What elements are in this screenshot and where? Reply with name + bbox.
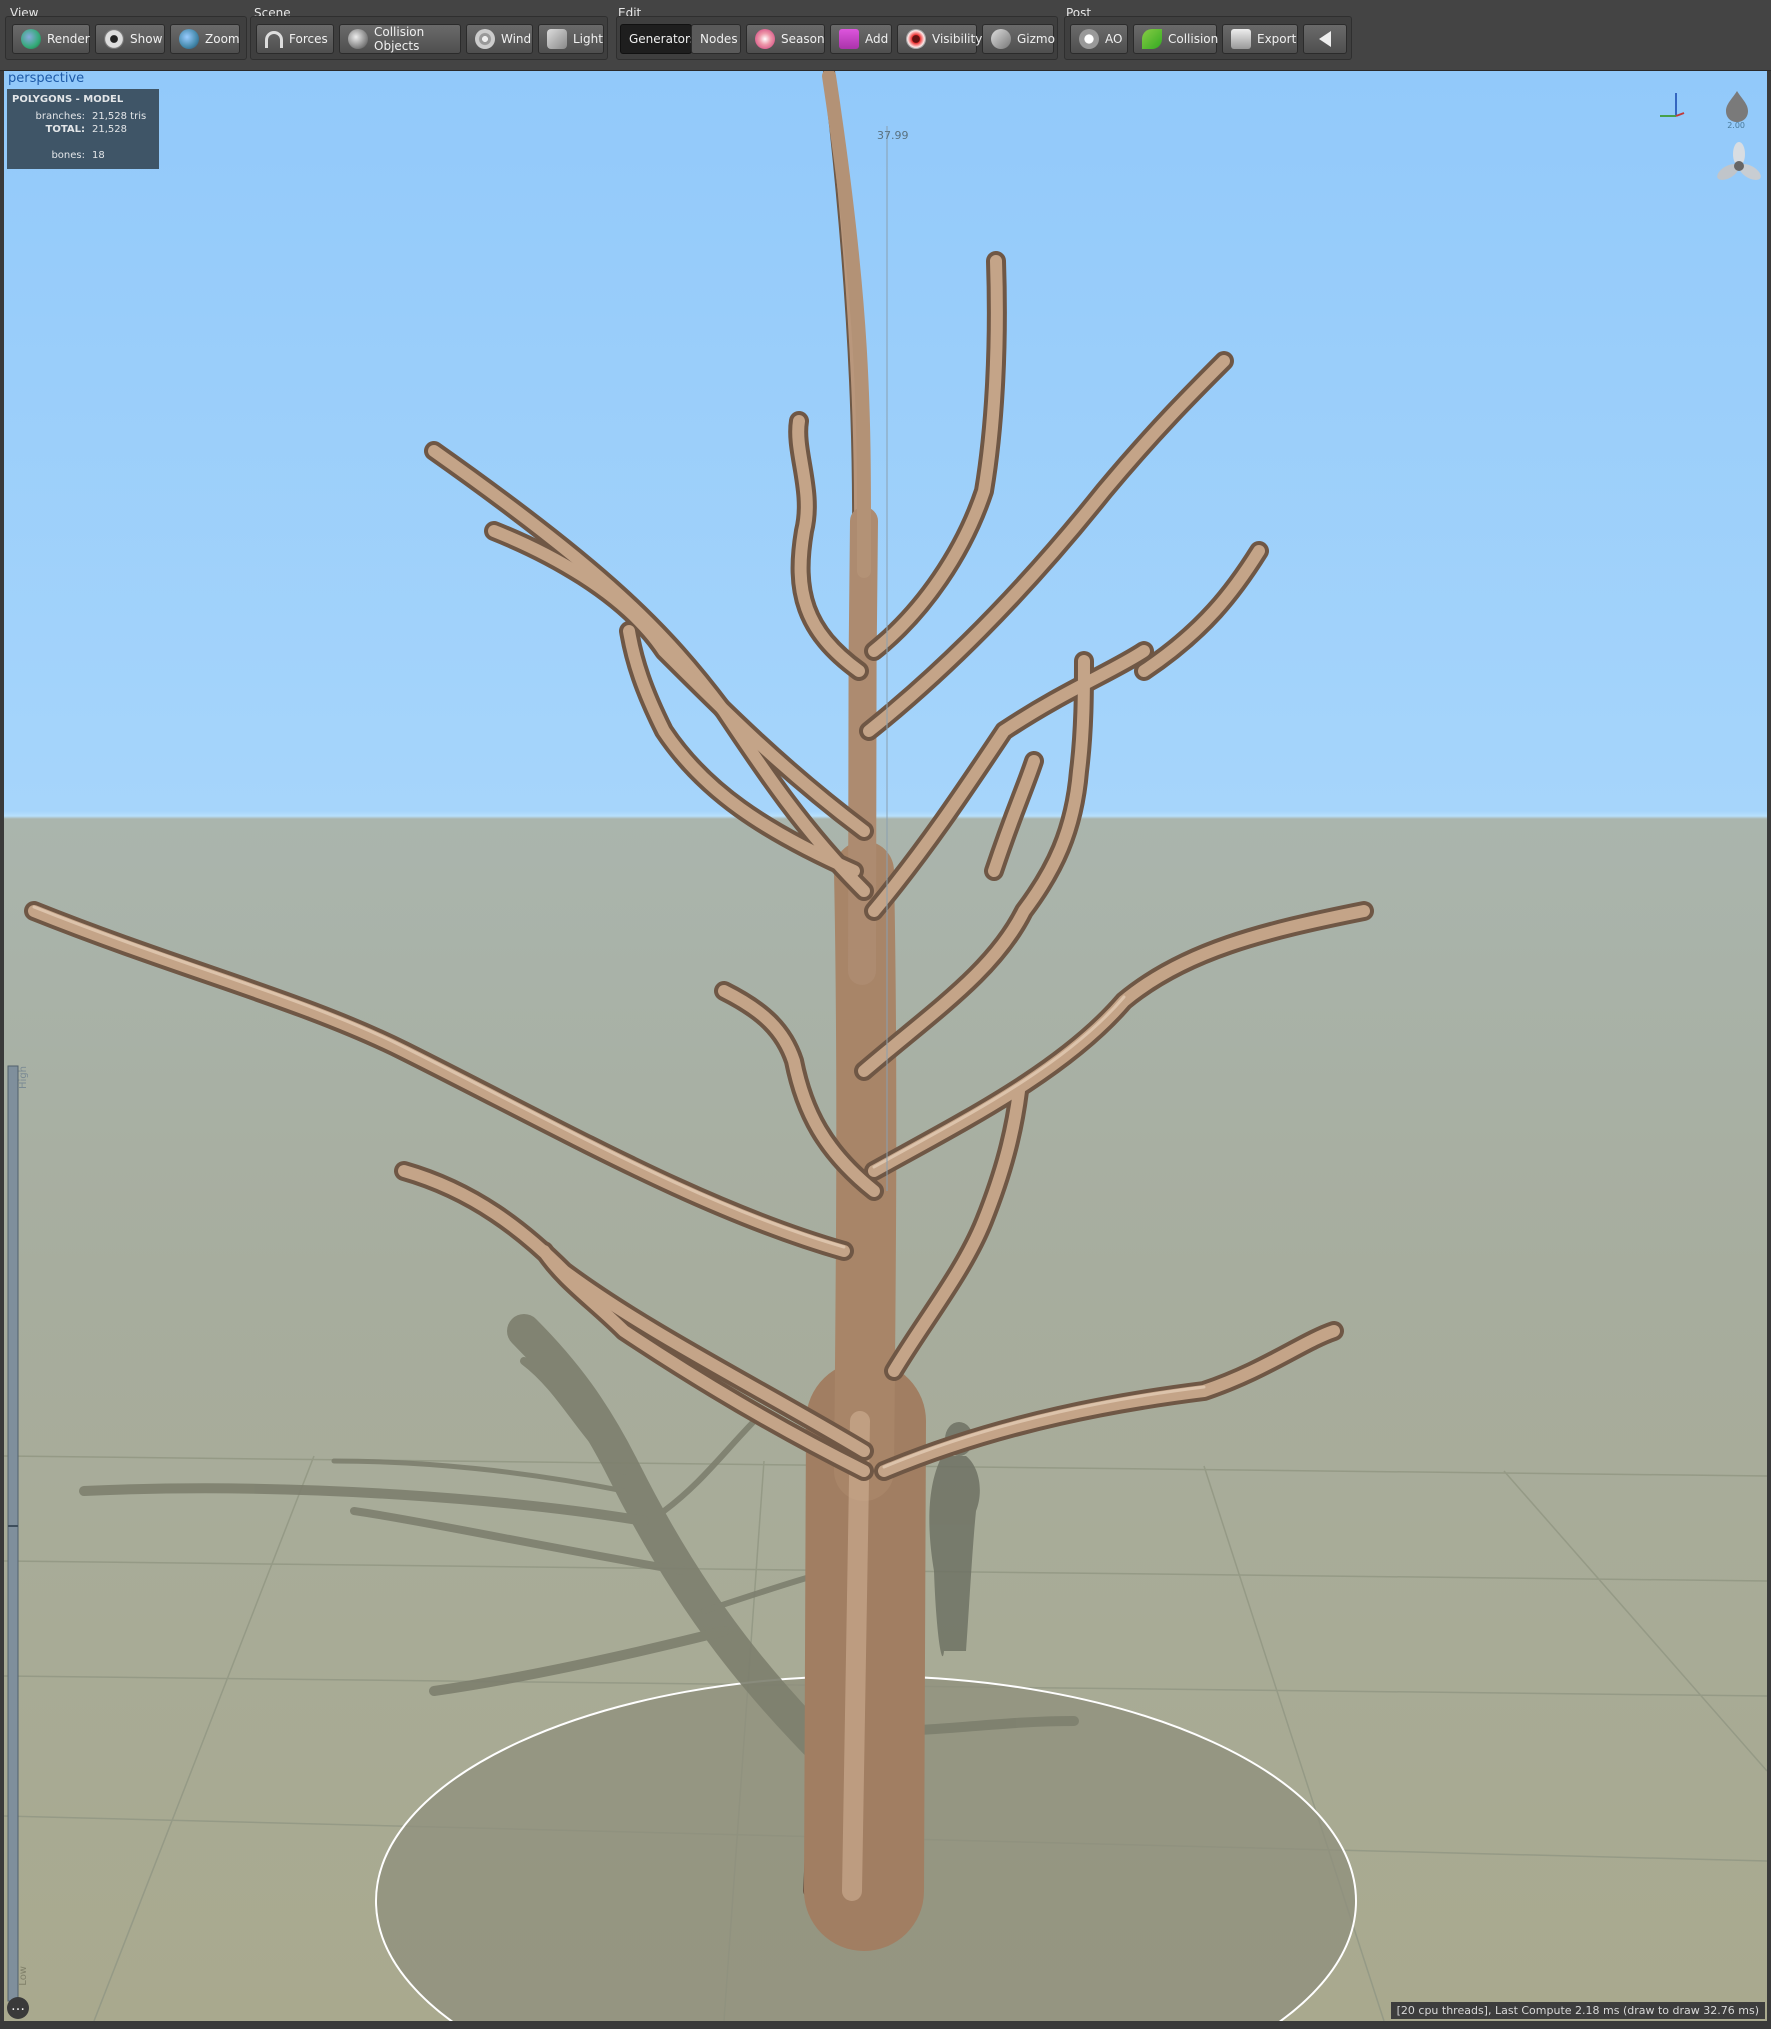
3d-viewport[interactable]: perspective POLYGONS - MODEL branches: 2…: [4, 71, 1767, 2021]
gizmo-icon: [991, 29, 1011, 49]
height-marker-value: 37.99: [877, 129, 909, 142]
season-button[interactable]: Season: [746, 24, 825, 54]
ao-icon: [1079, 29, 1099, 49]
visibility-icon: [906, 29, 926, 49]
visibility-button[interactable]: Visibility: [897, 24, 982, 54]
forces-button[interactable]: Forces: [256, 24, 334, 54]
viewport-mode-label[interactable]: perspective: [8, 71, 84, 86]
branches-value: 21,528 tris: [92, 111, 147, 122]
leaf-icon: [1142, 29, 1162, 49]
scene-group: Scene Forces Collision Objects Wind Ligh…: [248, 0, 608, 68]
more-icon[interactable]: …: [7, 1997, 29, 2019]
sphere-icon: [348, 29, 368, 49]
lod-low-label: Low: [18, 1966, 29, 1986]
lod-high-label: High: [18, 1066, 29, 1089]
zoom-button[interactable]: Zoom: [170, 24, 240, 54]
polygon-stats-panel: POLYGONS - MODEL branches: 21,528 tris T…: [7, 89, 159, 169]
toolbar: View Render Show Zoom Scene Forces Colli…: [0, 0, 1771, 71]
light-icon: [547, 29, 567, 49]
globe-icon: [21, 29, 41, 49]
total-value: 21,528: [92, 124, 127, 135]
render-button[interactable]: Render: [12, 24, 90, 54]
back-arrow-icon: [1319, 31, 1331, 47]
bones-value: 18: [92, 150, 105, 161]
stats-title: POLYGONS - MODEL: [12, 94, 124, 105]
view-group: View Render Show Zoom: [0, 0, 247, 68]
ao-button[interactable]: AO: [1070, 24, 1128, 54]
wind-button[interactable]: Wind: [466, 24, 533, 54]
light-button[interactable]: Light: [538, 24, 604, 54]
eye-icon: [104, 29, 124, 49]
branches-label: branches:: [35, 111, 86, 122]
bones-label: bones:: [51, 150, 85, 161]
nodes-tab[interactable]: Nodes: [691, 24, 741, 54]
show-button[interactable]: Show: [95, 24, 165, 54]
wind-icon: [475, 29, 495, 49]
collision-button[interactable]: Collision: [1133, 24, 1218, 54]
export-button[interactable]: Export: [1222, 24, 1298, 54]
export-icon: [1231, 29, 1251, 49]
fan-icon[interactable]: [1715, 142, 1764, 183]
total-label: TOTAL:: [45, 124, 85, 135]
back-button[interactable]: [1303, 24, 1347, 54]
gizmo-button[interactable]: Gizmo: [982, 24, 1055, 54]
magnet-icon: [265, 30, 283, 48]
season-icon: [755, 29, 775, 49]
zoom-icon: [179, 29, 199, 49]
generators-tab[interactable]: Generators: [620, 24, 696, 54]
add-icon: [839, 29, 859, 49]
edit-group: Edit Generators Nodes Season Add Visibil…: [614, 0, 1058, 68]
axis-gizmo-icon[interactable]: [1660, 93, 1685, 117]
lod-bar[interactable]: [7, 1065, 19, 2002]
add-button[interactable]: Add: [830, 24, 892, 54]
collision-objects-button[interactable]: Collision Objects: [339, 24, 461, 54]
tree-scene: [4, 71, 1767, 2021]
compute-status: [20 cpu threads], Last Compute 2.18 ms (…: [1390, 2002, 1765, 2019]
axis-scale-value: 2.00: [1727, 121, 1745, 130]
drop-icon[interactable]: [1726, 91, 1748, 122]
post-group: Post AO Collision Export: [1062, 0, 1352, 68]
